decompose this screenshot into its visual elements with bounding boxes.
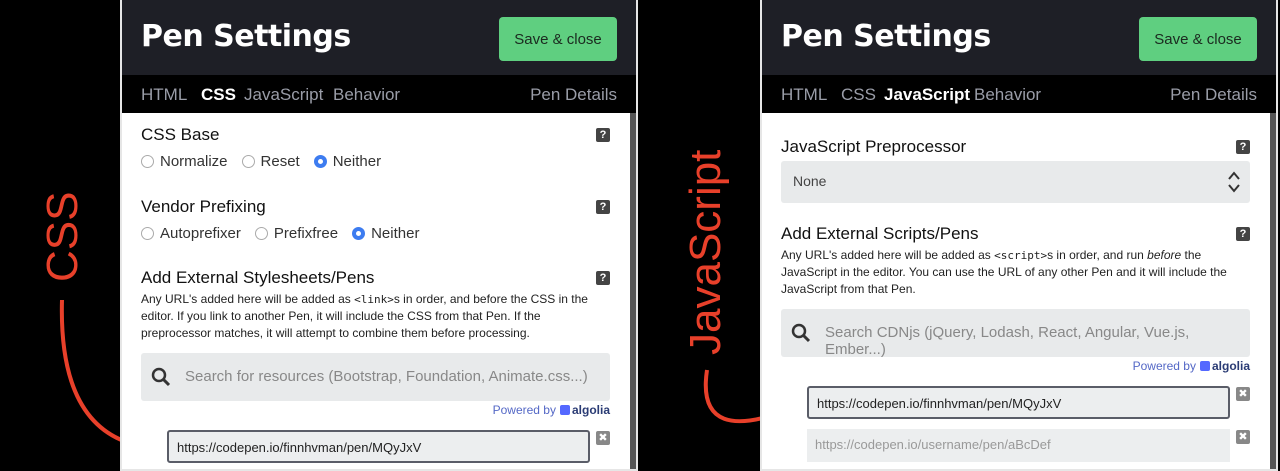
tab-behavior[interactable]: Behavior <box>333 85 400 105</box>
vendor-prefixing-title: Vendor Prefixing <box>141 197 266 216</box>
help-icon[interactable]: ? <box>1236 140 1250 154</box>
css-annotation-label: CSS <box>38 192 87 282</box>
radio-label: Neither <box>332 153 382 170</box>
remove-url-icon[interactable]: ✖ <box>1236 430 1250 444</box>
pen-settings-js-panel: Pen Settings Save & close HTML CSS JavaS… <box>760 0 1278 471</box>
search-icon <box>151 367 171 387</box>
css-annotation: CSS <box>38 192 120 442</box>
tab-bar: HTML CSS JavaScript Behavior Pen Details <box>762 75 1276 113</box>
css-base-options: Normalize Reset Neither <box>141 153 395 170</box>
vendor-options: Autoprefixer Prefixfree Neither <box>141 225 433 242</box>
search-placeholder: Search CDNjs (jQuery, Lodash, React, Ang… <box>825 324 1190 358</box>
radio-prefixfree[interactable] <box>254 227 268 240</box>
tab-css[interactable]: CSS <box>841 85 876 105</box>
radio-neither[interactable] <box>313 155 327 168</box>
save-close-button[interactable]: Save & close <box>499 17 617 61</box>
preprocessor-value: None <box>793 173 827 189</box>
cdnjs-search-input[interactable]: Search CDNjs (jQuery, Lodash, React, Ang… <box>781 309 1250 358</box>
external-url-field[interactable]: https://codepen.io/finnhvman/pen/MQyJxV <box>167 430 590 463</box>
tab-html[interactable]: HTML <box>781 85 827 105</box>
radio-autoprefixer[interactable] <box>141 227 154 240</box>
external-description: Any URL's added here will be added as <l… <box>141 292 588 340</box>
tab-html[interactable]: HTML <box>141 85 187 105</box>
external-description: Any URL's added here will be added as <s… <box>781 248 1227 296</box>
panel-title: Pen Settings <box>781 19 991 54</box>
save-close-button[interactable]: Save & close <box>1139 17 1257 61</box>
preprocessor-select[interactable]: None <box>781 161 1250 203</box>
help-icon[interactable]: ? <box>1236 227 1250 241</box>
radio-reset[interactable] <box>241 155 255 168</box>
tab-pen-details[interactable]: Pen Details <box>530 85 617 105</box>
css-base-title: CSS Base <box>141 125 220 144</box>
remove-url-icon[interactable]: ✖ <box>596 431 610 445</box>
radio-label: Prefixfree <box>273 225 339 242</box>
help-icon[interactable]: ? <box>596 200 610 214</box>
remove-url-icon[interactable]: ✖ <box>1236 387 1250 401</box>
search-placeholder: Search for resources (Bootstrap, Foundat… <box>185 368 588 385</box>
radio-neither[interactable] <box>352 227 366 240</box>
search-icon <box>791 323 811 343</box>
radio-label: Reset <box>260 153 300 170</box>
help-icon[interactable]: ? <box>596 128 610 142</box>
powered-by-algolia[interactable]: Powered by algolia <box>493 403 610 417</box>
panel-title: Pen Settings <box>141 19 351 54</box>
algolia-icon <box>559 405 570 415</box>
tab-javascript[interactable]: JavaScript <box>244 85 323 105</box>
js-annotation-label: JavaScript <box>681 150 730 355</box>
select-arrows-icon <box>1228 171 1240 193</box>
tab-javascript[interactable]: JavaScript <box>884 85 970 105</box>
pen-settings-css-panel: Pen Settings Save & close HTML CSS JavaS… <box>120 0 638 471</box>
js-preprocessor-title: JavaScript Preprocessor <box>781 137 967 156</box>
external-scripts-title: Add External Scripts/Pens <box>781 224 979 243</box>
panel-header: Pen Settings Save & close <box>762 0 1276 75</box>
css-arrow <box>59 299 120 442</box>
external-stylesheets-title: Add External Stylesheets/Pens <box>141 268 375 287</box>
scrollbar[interactable] <box>1270 113 1276 469</box>
panel-header: Pen Settings Save & close <box>122 0 636 75</box>
external-url-empty-field[interactable]: https://codepen.io/username/pen/aBcDef <box>807 429 1230 462</box>
tab-bar: HTML CSS JavaScript Behavior Pen Details <box>122 75 636 113</box>
powered-by-algolia[interactable]: Powered by algolia <box>1133 359 1250 373</box>
external-url-field[interactable]: https://codepen.io/finnhvman/pen/MQyJxV <box>807 386 1230 419</box>
resource-search-input[interactable]: Search for resources (Bootstrap, Foundat… <box>141 353 610 401</box>
radio-label: Autoprefixer <box>160 225 241 242</box>
tab-css[interactable]: CSS <box>201 85 236 105</box>
scrollbar[interactable] <box>630 113 636 469</box>
algolia-icon <box>1199 361 1210 371</box>
help-icon[interactable]: ? <box>596 271 610 285</box>
radio-normalize[interactable] <box>141 155 154 168</box>
tab-pen-details[interactable]: Pen Details <box>1170 85 1257 105</box>
radio-label: Normalize <box>160 153 228 170</box>
tab-behavior[interactable]: Behavior <box>974 85 1041 105</box>
radio-label: Neither <box>371 225 420 242</box>
